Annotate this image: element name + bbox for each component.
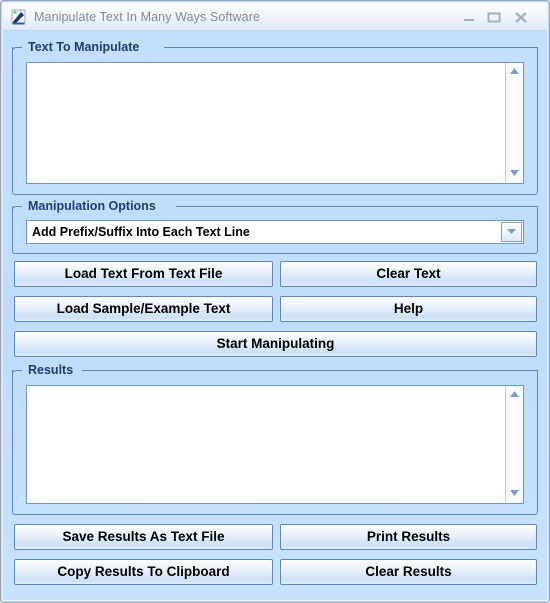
group-manipulation-options: Manipulation Options Add Prefix/Suffix I… bbox=[12, 199, 538, 254]
clear-text-button[interactable]: Clear Text bbox=[280, 261, 537, 287]
client-area: Text To Manipulate Manipulation Options … bbox=[3, 31, 547, 600]
save-results-as-text-file-label: Save Results As Text File bbox=[62, 529, 225, 544]
close-icon[interactable] bbox=[513, 10, 529, 25]
chevron-down-icon[interactable] bbox=[501, 222, 522, 242]
app-wand-icon bbox=[10, 8, 28, 26]
triangle-down-icon[interactable] bbox=[506, 486, 523, 502]
clear-text-label: Clear Text bbox=[376, 266, 441, 281]
triangle-up-icon[interactable] bbox=[506, 64, 523, 80]
text-to-manipulate-scrollbar[interactable] bbox=[505, 63, 523, 183]
minimize-icon[interactable] bbox=[461, 10, 477, 25]
manipulation-options-combo[interactable]: Add Prefix/Suffix Into Each Text Line bbox=[26, 220, 524, 244]
title-bar[interactable]: Manipulate Text In Many Ways Software bbox=[3, 3, 547, 31]
maximize-icon[interactable] bbox=[486, 10, 502, 25]
window-title: Manipulate Text In Many Ways Software bbox=[34, 10, 261, 24]
clear-results-button[interactable]: Clear Results bbox=[280, 559, 537, 585]
text-to-manipulate-textarea[interactable] bbox=[26, 62, 524, 184]
print-results-label: Print Results bbox=[366, 529, 451, 544]
load-sample-example-text-button[interactable]: Load Sample/Example Text bbox=[14, 296, 273, 322]
start-manipulating-button[interactable]: Start Manipulating bbox=[14, 331, 537, 357]
load-sample-example-text-label: Load Sample/Example Text bbox=[56, 301, 231, 316]
application-window: Manipulate Text In Many Ways Software Te… bbox=[0, 0, 550, 603]
copy-results-to-clipboard-label: Copy Results To Clipboard bbox=[57, 564, 230, 579]
group-label-results: Results bbox=[28, 363, 74, 377]
start-manipulating-label: Start Manipulating bbox=[216, 336, 335, 351]
textarea-body[interactable] bbox=[27, 386, 505, 503]
triangle-up-icon[interactable] bbox=[506, 387, 523, 403]
print-results-button[interactable]: Print Results bbox=[280, 524, 537, 550]
textarea-body[interactable] bbox=[27, 63, 505, 183]
group-label-manipulation-options: Manipulation Options bbox=[28, 199, 156, 213]
group-label-text-to-manipulate: Text To Manipulate bbox=[28, 40, 140, 54]
clear-results-label: Clear Results bbox=[365, 564, 452, 579]
copy-results-to-clipboard-button[interactable]: Copy Results To Clipboard bbox=[14, 559, 273, 585]
load-text-from-text-file-label: Load Text From Text File bbox=[64, 266, 223, 281]
group-text-to-manipulate: Text To Manipulate bbox=[12, 40, 538, 195]
help-label: Help bbox=[393, 301, 424, 316]
group-results: Results bbox=[12, 363, 538, 515]
results-scrollbar[interactable] bbox=[505, 386, 523, 503]
triangle-down-icon[interactable] bbox=[506, 166, 523, 182]
save-results-as-text-file-button[interactable]: Save Results As Text File bbox=[14, 524, 273, 550]
load-text-from-text-file-button[interactable]: Load Text From Text File bbox=[14, 261, 273, 287]
manipulation-options-selected-value: Add Prefix/Suffix Into Each Text Line bbox=[32, 225, 250, 239]
results-textarea[interactable] bbox=[26, 385, 524, 504]
help-button[interactable]: Help bbox=[280, 296, 537, 322]
